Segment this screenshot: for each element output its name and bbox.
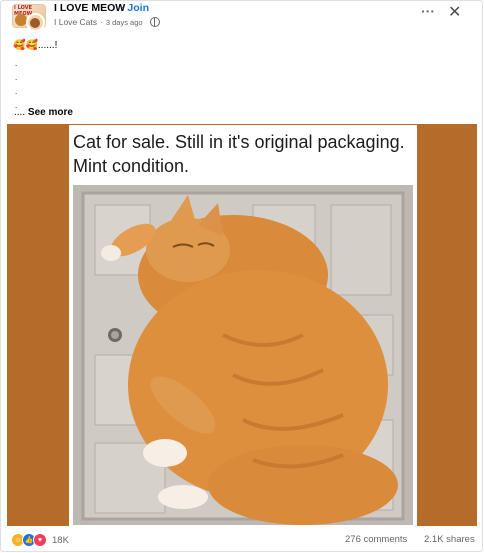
photo-caption-text: Cat for sale. Still in it's original pac… <box>73 132 405 176</box>
caption-dot: . <box>15 87 18 96</box>
post-caption: 🥰🥰......! <box>13 38 57 53</box>
heart-eyes-emoji-icon: 🥰🥰 <box>13 40 38 51</box>
caption-dot: . <box>15 73 18 82</box>
close-icon[interactable]: ✕ <box>448 2 461 22</box>
caption-text: ......! <box>37 40 58 51</box>
more-options-icon[interactable]: ··· <box>421 3 435 19</box>
see-more-row: .... See more <box>14 107 73 118</box>
author-avatar[interactable] <box>26 13 45 32</box>
separator-dot: · <box>100 17 103 27</box>
caption-ellipsis: .... <box>14 107 26 118</box>
see-more-link[interactable]: See more <box>28 107 73 118</box>
cat-face-icon <box>30 18 40 28</box>
author-name-link[interactable]: I Love Cats <box>54 17 97 27</box>
love-icon: ♥ <box>33 533 47 547</box>
join-link[interactable]: · Join <box>121 2 149 14</box>
comments-count-link[interactable]: 276 comments <box>345 534 407 545</box>
post-meta: I Love Cats · 3 days ago <box>54 17 160 27</box>
reactions-count[interactable]: 18K <box>52 535 69 546</box>
globe-icon <box>149 17 160 27</box>
shares-count-link[interactable]: 2.1K shares <box>424 534 475 545</box>
post-timestamp[interactable]: 3 days ago <box>106 18 143 27</box>
cat-in-box-image <box>73 185 413 525</box>
post-photo-frame[interactable]: Cat for sale. Still in it's original pac… <box>7 124 477 526</box>
caption-dot: . <box>15 59 18 68</box>
cat-in-box-illustration <box>73 185 413 525</box>
post-photo[interactable]: Cat for sale. Still in it's original pac… <box>69 125 417 526</box>
reactions-summary[interactable]: ☺ 👍 ♥ 18K <box>11 533 69 547</box>
caption-dots: . . . . <box>15 57 17 113</box>
group-name-link[interactable]: I LOVE MEOW <box>54 2 125 14</box>
post-card: I LOVE MEOW I LOVE MEOW · Join I Love Ca… <box>0 0 483 552</box>
